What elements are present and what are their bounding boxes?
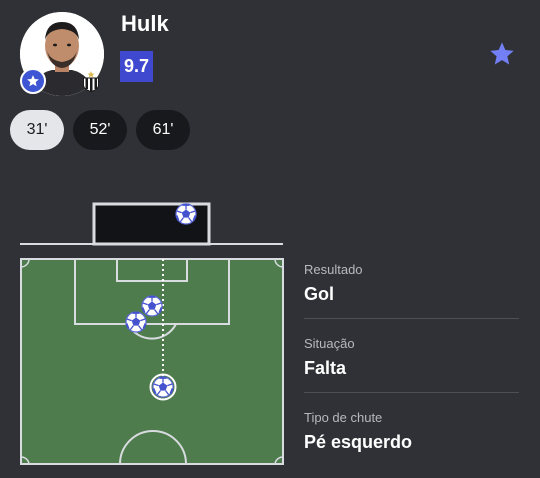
selected-shot-ball-icon[interactable] [151,375,175,399]
star-icon[interactable] [488,40,516,68]
result-value: Gol [304,284,334,304]
shot-goal-ball-icon [174,202,198,226]
situation-label: Situação [304,336,355,351]
pitch [20,258,284,465]
situation-value: Falta [304,358,347,378]
player-avatar [20,12,106,98]
star-badge-icon [20,68,46,94]
result-section: Resultado Gol [304,262,519,305]
player-rating-badge: 9.7 [120,51,153,82]
player-name: Hulk [121,11,169,36]
shot-map [20,202,284,465]
shot-chip-61[interactable]: 61' [136,110,190,150]
shot-marker-ball-icon[interactable] [124,310,148,334]
situation-section: Situação Falta [304,336,519,379]
divider [304,318,519,319]
shot-type-section: Tipo de chute Pé esquerdo [304,410,519,453]
goal-frame [20,202,283,246]
shot-type-label: Tipo de chute [304,410,383,425]
shot-chip-52[interactable]: 52' [73,110,127,150]
club-crest-icon [83,71,99,92]
shot-selector: 31' 52' 61' [10,110,190,150]
shot-marker-ball-icon[interactable] [140,294,164,318]
shot-type-value: Pé esquerdo [304,432,413,452]
result-label: Resultado [304,262,363,277]
divider [304,392,519,393]
shot-chip-31[interactable]: 31' [10,110,64,150]
